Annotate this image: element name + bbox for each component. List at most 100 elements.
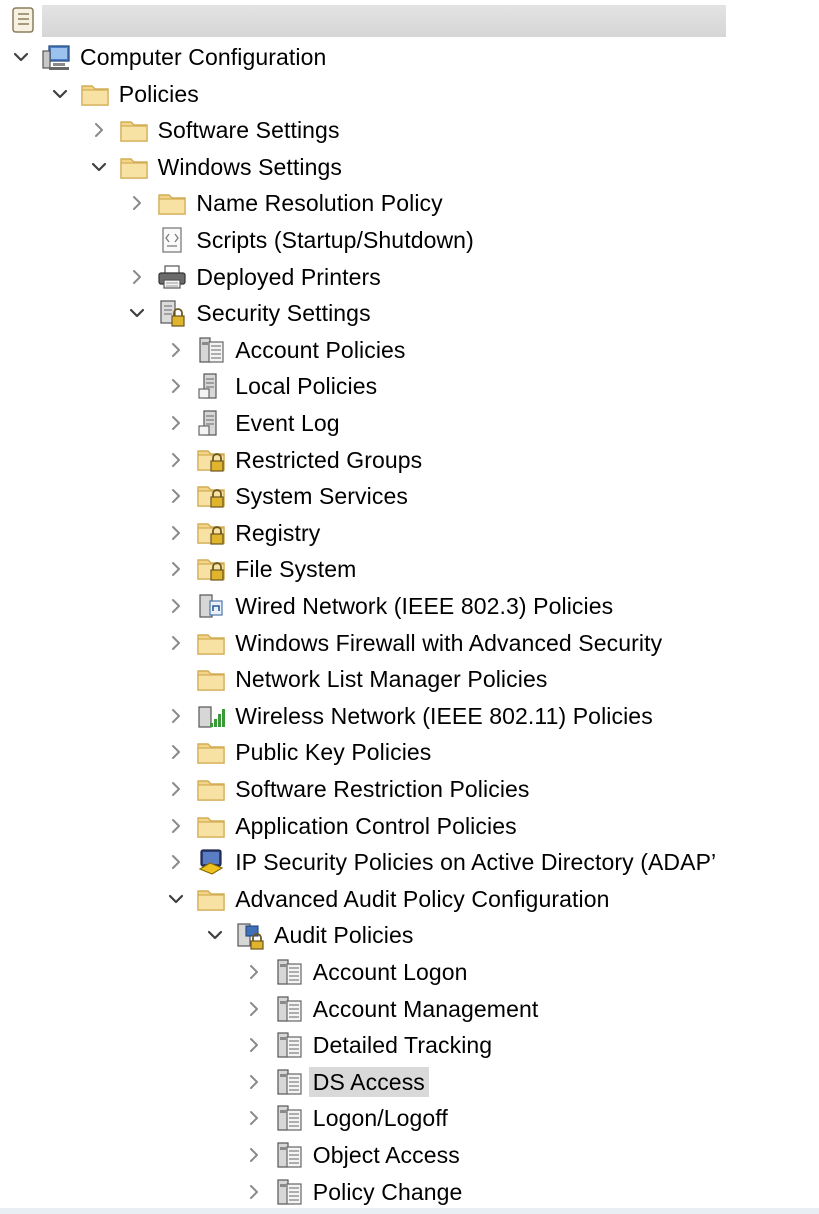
tree-item-public-key-policies[interactable]: Public Key Policies xyxy=(165,735,435,769)
chevron-right-icon[interactable] xyxy=(165,552,187,586)
tree-item-label: Policies xyxy=(118,80,199,107)
chevron-down-icon[interactable] xyxy=(10,40,32,74)
chevron-right-icon[interactable] xyxy=(165,369,187,403)
tree-item-security-settings[interactable]: Security Settings xyxy=(126,296,374,330)
chevron-right-icon[interactable] xyxy=(165,626,187,660)
tree-item-policy-change[interactable]: Policy Change xyxy=(243,1175,467,1209)
tree-item-ds-access[interactable]: DS Access xyxy=(243,1065,429,1099)
chevron-right-icon[interactable] xyxy=(243,1065,265,1099)
tree-item-label: Account Management xyxy=(312,995,539,1022)
chevron-down-icon[interactable] xyxy=(204,918,226,952)
chevron-right-icon[interactable] xyxy=(165,699,187,733)
policy-server-icon xyxy=(195,408,227,438)
tree-item-account-management[interactable]: Account Management xyxy=(243,992,543,1026)
tree-item-windows-firewall-with-advanced-security[interactable]: Windows Firewall with Advanced Security xyxy=(165,626,666,660)
locked-folder-icon xyxy=(195,518,227,548)
tree-item-label: Computer Configuration xyxy=(80,44,327,70)
chevron-right-icon[interactable] xyxy=(243,1028,265,1062)
chevron-down-icon[interactable] xyxy=(165,882,187,916)
tree-item-deployed-printers[interactable]: Deployed Printers xyxy=(126,260,385,294)
chevron-right-icon[interactable] xyxy=(165,735,187,769)
tree-item-system-services[interactable]: System Services xyxy=(165,479,412,513)
chevron-right-icon[interactable] xyxy=(243,1101,265,1135)
tree-item-label: Wireless Network (IEEE 802.11) Policies xyxy=(235,702,653,729)
chevron-down-icon[interactable] xyxy=(88,150,110,184)
tree-item-application-control-policies[interactable]: Application Control Policies xyxy=(165,809,521,843)
policy-list-icon xyxy=(273,1030,305,1060)
tree-item-account-logon[interactable]: Account Logon xyxy=(243,955,472,989)
wireless-network-icon xyxy=(195,701,227,731)
chevron-right-icon[interactable] xyxy=(165,479,187,513)
tree-item-network-list-manager-policies[interactable]: Network List Manager Policies xyxy=(165,662,551,696)
chevron-right-icon[interactable] xyxy=(165,443,187,477)
tree-item-name-resolution-policy[interactable]: Name Resolution Policy xyxy=(126,186,446,220)
chevron-right-icon[interactable] xyxy=(165,406,187,440)
security-settings-icon xyxy=(156,298,188,328)
chevron-down-icon[interactable] xyxy=(49,77,71,111)
tree-item-registry[interactable]: Registry xyxy=(165,516,324,550)
tree-item-software-settings[interactable]: Software Settings xyxy=(88,113,344,147)
folder-icon xyxy=(195,628,227,658)
chevron-right-icon[interactable] xyxy=(165,772,187,806)
tree-item-policies[interactable]: Policies xyxy=(49,77,203,111)
tree-item-label: Policy Change xyxy=(312,1178,463,1205)
tree-item-label: Local Policies xyxy=(235,373,378,400)
folder-icon xyxy=(195,737,227,767)
chevron-right-icon[interactable] xyxy=(88,113,110,147)
tree-item-label: System Services xyxy=(235,483,408,510)
folder-icon xyxy=(195,774,227,804)
policy-server-icon xyxy=(195,371,227,401)
chevron-right-icon[interactable] xyxy=(243,1175,265,1209)
tree-item-windows-settings[interactable]: Windows Settings xyxy=(88,150,346,184)
ip-security-icon xyxy=(195,847,227,877)
chevron-right-icon[interactable] xyxy=(165,589,187,623)
tree-item-ip-security-policies-on-active-directory-adap[interactable]: IP Security Policies on Active Directory… xyxy=(165,845,720,879)
chevron-right-icon[interactable] xyxy=(165,845,187,879)
tree-item-logon-logoff[interactable]: Logon/Logoff xyxy=(243,1101,452,1135)
policy-list-icon xyxy=(273,1067,305,1097)
tree-item-label: Windows Settings xyxy=(157,153,342,180)
tree-item-label: Application Control Policies xyxy=(235,812,517,839)
folder-icon xyxy=(195,811,227,841)
tree-item-account-policies[interactable]: Account Policies xyxy=(165,333,409,367)
chevron-right-icon[interactable] xyxy=(243,955,265,989)
script-icon xyxy=(156,225,188,255)
folder-icon xyxy=(79,79,111,109)
tree-item-advanced-audit-policy-configuration[interactable]: Advanced Audit Policy Configuration xyxy=(165,882,613,916)
wired-network-icon xyxy=(195,591,227,621)
tree-item-label: Name Resolution Policy xyxy=(196,190,443,217)
tree-item-object-access[interactable]: Object Access xyxy=(243,1138,464,1172)
tree-item-label: Object Access xyxy=(312,1142,460,1168)
folder-icon xyxy=(195,664,227,694)
tree-item-label: Registry xyxy=(235,519,321,546)
chevron-right-icon[interactable] xyxy=(165,333,187,367)
tree-item-wireless-network-ieee-802-11-policies[interactable]: Wireless Network (IEEE 802.11) Policies xyxy=(165,699,657,733)
tree-item-event-log[interactable]: Event Log xyxy=(165,406,343,440)
tree-item-label: Deployed Printers xyxy=(196,263,381,290)
folder-icon xyxy=(118,152,150,182)
tree-item-audit-policies[interactable]: Audit Policies xyxy=(204,918,417,952)
tree-item-software-restriction-policies[interactable]: Software Restriction Policies xyxy=(165,772,533,806)
tree-item-file-system[interactable]: File System xyxy=(165,552,360,586)
tree-item-wired-network-ieee-802-3-policies[interactable]: Wired Network (IEEE 802.3) Policies xyxy=(165,589,617,623)
policy-list-icon xyxy=(195,335,227,365)
chevron-right-icon[interactable] xyxy=(165,809,187,843)
chevron-right-icon[interactable] xyxy=(126,260,148,294)
tree-item-label: Restricted Groups xyxy=(235,446,423,473)
tree-item-label: Event Log xyxy=(235,410,340,436)
chevron-right-icon[interactable] xyxy=(243,1138,265,1172)
chevron-down-icon[interactable] xyxy=(126,296,148,330)
chevron-right-icon[interactable] xyxy=(243,992,265,1026)
chevron-right-icon[interactable] xyxy=(126,186,148,220)
tree-item-local-policies[interactable]: Local Policies xyxy=(165,369,381,403)
chevron-right-icon[interactable] xyxy=(165,516,187,550)
tree-item-label: Account Logon xyxy=(312,959,468,985)
tree-item-restricted-groups[interactable]: Restricted Groups xyxy=(165,443,426,477)
tree-item-computer-configuration[interactable]: Computer Configuration xyxy=(10,40,330,74)
tree-item-detailed-tracking[interactable]: Detailed Tracking xyxy=(243,1028,496,1062)
tree-item-label: Software Restriction Policies xyxy=(235,776,530,802)
tree-item-scripts-startup-shutdown[interactable]: Scripts (Startup/Shutdown) xyxy=(126,223,477,257)
policy-list-icon xyxy=(273,1140,305,1170)
